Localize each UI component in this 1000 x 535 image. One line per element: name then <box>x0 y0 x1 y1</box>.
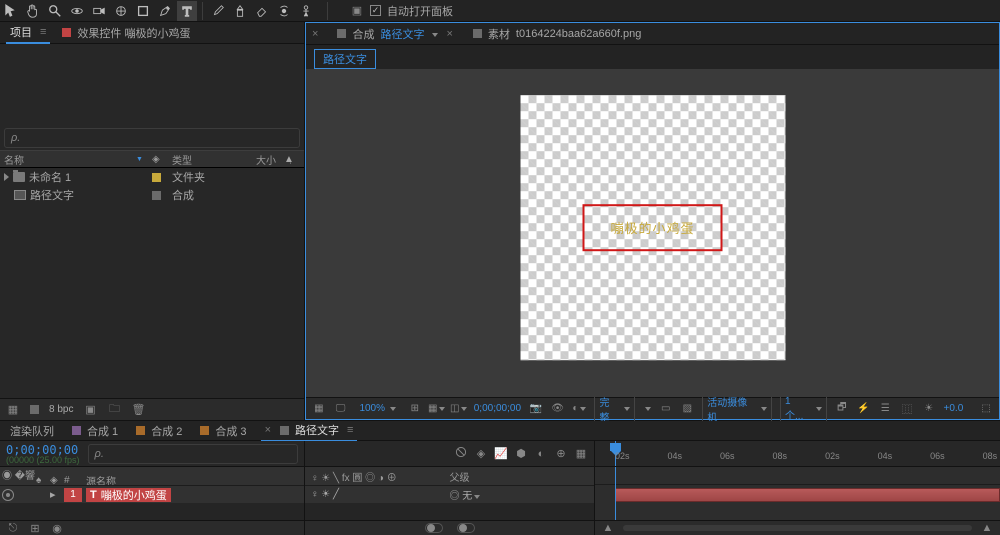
tab-project[interactable]: 项目≡ <box>6 22 50 44</box>
canvas-text-layer[interactable]: 嘣极的小鸡蛋 <box>582 204 722 251</box>
viewer-footer: ▦ 🖵 100% ⊞ ▦ ◫ 0;00;00;00 📷 👁 ◐ 完整 ▭ ▨ 活… <box>306 397 999 419</box>
visibility-icon[interactable] <box>2 489 14 501</box>
timeline-layer-row[interactable]: ▸ 1 T嘣极的小鸡蛋 <box>0 485 304 503</box>
roto-tool-icon[interactable] <box>274 1 294 21</box>
transparency-icon[interactable]: ▨ <box>681 402 695 416</box>
frame-blend-icon[interactable]: ⊞ <box>28 521 42 535</box>
timeline-icon[interactable]: ☰ <box>878 402 892 416</box>
timeline-search-input[interactable]: ρ. <box>88 444 298 464</box>
parent-dropdown[interactable]: ◎ 无 <box>450 487 589 502</box>
zoom-slider[interactable] <box>623 525 972 531</box>
layer-index: 1 <box>64 488 82 502</box>
tab-comp-3[interactable]: 合成 3 <box>196 421 250 441</box>
show-snapshot-icon[interactable]: 👁 <box>551 402 565 416</box>
shy-toggle-icon[interactable]: 🛇 <box>454 447 468 461</box>
p3-icon[interactable]: ▦ <box>574 447 588 461</box>
zoom-tool-icon[interactable] <box>45 1 65 21</box>
hand-tool-icon[interactable] <box>23 1 43 21</box>
orbit-tool-icon[interactable] <box>67 1 87 21</box>
tab-comp-active[interactable]: × 路径文字≡ <box>261 420 358 442</box>
views-dropdown[interactable]: 1 个... <box>780 395 827 423</box>
autopanel-label: 自动打开面板 <box>387 3 453 19</box>
p1-icon[interactable]: ◐ <box>534 447 548 461</box>
new-folder-icon[interactable]: 🗀 <box>107 403 121 417</box>
tab-comp-1[interactable]: 合成 1 <box>68 421 122 441</box>
channel-icon[interactable]: ◐ <box>572 402 586 416</box>
brush-tool-icon[interactable] <box>208 1 228 21</box>
interpret-icon[interactable]: ▦ <box>6 403 20 417</box>
p2-icon[interactable]: ⊕ <box>554 447 568 461</box>
pixel-aspect-icon[interactable]: 🗗 <box>835 402 849 416</box>
close-icon[interactable]: ≡ <box>40 26 46 38</box>
selection-tool-icon[interactable] <box>1 1 21 21</box>
time-ruler[interactable]: 02s04s06s 08s02s04s 06s08s04s 06s18s <box>595 441 1000 467</box>
shy-icon[interactable]: ⎋ <box>6 521 20 535</box>
graph-icon[interactable]: 📈 <box>494 447 508 461</box>
pen-tool-icon[interactable] <box>155 1 175 21</box>
grid-icon[interactable]: ▦ <box>430 402 444 416</box>
current-time[interactable]: 0;00;00;00 <box>474 403 521 414</box>
rect-tool-icon[interactable] <box>133 1 153 21</box>
exposure-value[interactable]: +0.0 <box>944 403 964 414</box>
resolution-dropdown[interactable]: 完整 <box>594 393 634 425</box>
close-icon[interactable]: × <box>446 28 452 40</box>
layer-name[interactable]: T嘣极的小鸡蛋 <box>86 488 171 502</box>
modes-toggle[interactable] <box>457 523 475 533</box>
layer-duration-bar[interactable] <box>615 488 1000 502</box>
timeline-tracks[interactable] <box>595 467 1000 520</box>
tab-comp-2[interactable]: 合成 2 <box>132 421 186 441</box>
clone-tool-icon[interactable] <box>230 1 250 21</box>
trash-icon[interactable]: 🗑 <box>131 403 145 417</box>
toggle-alpha-icon[interactable]: ▦ <box>312 402 326 416</box>
snapshot-icon[interactable]: 📷 <box>529 402 543 416</box>
bpc-button[interactable]: 8 bpc <box>49 404 73 415</box>
monitor-icon[interactable]: 🖵 <box>334 402 348 416</box>
viewer-subtab[interactable]: 路径文字 <box>314 49 999 69</box>
zoom-dropdown[interactable]: 100% <box>355 403 400 414</box>
composition-canvas[interactable]: 嘣极的小鸡蛋 <box>520 95 785 360</box>
layer-controls-icon[interactable]: ⊞ <box>408 402 422 416</box>
folder-icon <box>13 172 25 182</box>
reset-exposure-icon[interactable]: ☀ <box>922 402 936 416</box>
type-tool-icon[interactable] <box>177 1 197 21</box>
pan-behind-tool-icon[interactable] <box>111 1 131 21</box>
flowchart-icon[interactable]: ⿲ <box>900 402 914 416</box>
tab-render-queue[interactable]: 渲染队列 <box>6 421 58 441</box>
autopanel-checkbox[interactable] <box>370 5 381 16</box>
top-toolbar: ▣ 自动打开面板 <box>0 0 1000 22</box>
zoom-in-icon[interactable]: ▲ <box>980 521 994 535</box>
eraser-tool-icon[interactable] <box>252 1 272 21</box>
timeline-columns-header: ◉ �響 ●♠◈#源名称 <box>0 467 304 485</box>
new-comp-icon[interactable]: ▣ <box>83 403 97 417</box>
ruler-ticks: 02s04s06s 08s02s04s 06s08s04s 06s18s <box>615 451 1000 461</box>
draft3d-icon[interactable]: ⬢ <box>514 447 528 461</box>
mask-icon[interactable]: ◫ <box>452 402 466 416</box>
tab-effect-controls[interactable]: 效果控件 嘣极的小鸡蛋 <box>58 23 194 43</box>
viewer-panel: × 合成 路径文字 × 素材 t0164224baa62a660f.png 路径… <box>305 22 1000 420</box>
puppet-tool-icon[interactable] <box>296 1 316 21</box>
zoom-out-icon[interactable]: ▲ <box>601 521 615 535</box>
viewer-tab-footage[interactable]: 素材 t0164224baa62a660f.png <box>469 24 645 44</box>
project-row-comp[interactable]: 路径文字 合成 <box>0 186 304 204</box>
collapse-icon[interactable]: ◈ <box>474 447 488 461</box>
comp-icon <box>14 190 26 200</box>
project-columns-header: 名称 ▼ ◈ 类型 大小 ▲̣ <box>0 150 304 168</box>
project-panel: 项目≡ 效果控件 嘣极的小鸡蛋 ρ. 名称 ▼ ◈ 类型 大小 ▲̣ 未命名 1… <box>0 22 305 420</box>
lock-icon[interactable]: ⬚ <box>979 402 993 416</box>
camera-tool-icon[interactable] <box>89 1 109 21</box>
switches-toggle[interactable] <box>425 523 443 533</box>
fast-preview-icon[interactable]: ⚡ <box>857 402 871 416</box>
project-footer: ▦ 8 bpc ▣ 🗀 🗑 <box>0 398 304 420</box>
region-icon[interactable]: ▭ <box>659 402 673 416</box>
project-row-folder[interactable]: 未命名 1 文件夹 <box>0 168 304 186</box>
viewer-tab-comp[interactable]: 合成 路径文字 × <box>333 24 456 44</box>
timecode-format: (00000 (25.00 fps) <box>6 455 80 465</box>
project-search-input[interactable]: ρ. <box>4 128 300 148</box>
motion-blur-icon[interactable]: ◉ <box>50 521 64 535</box>
panel-icon: ▣ <box>350 4 364 18</box>
timeline-panel: 渲染队列 合成 1 合成 2 合成 3 × 路径文字≡ 0;00;00;00 (… <box>0 420 1000 535</box>
camera-dropdown[interactable]: 活动摄像机 <box>702 393 772 425</box>
